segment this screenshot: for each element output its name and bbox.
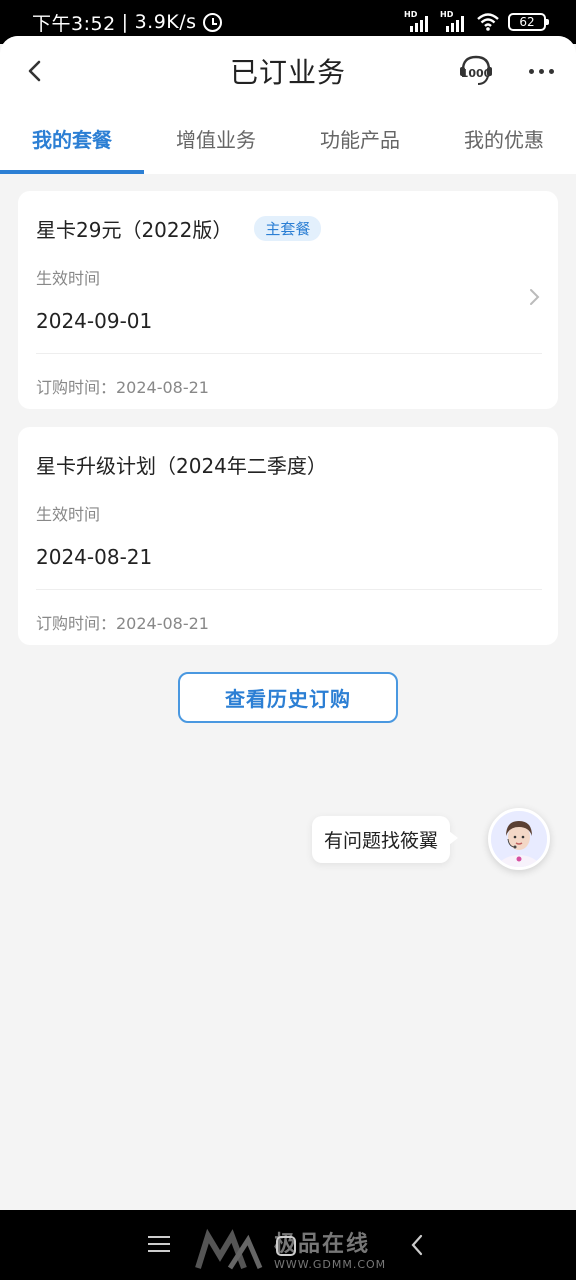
tab-value-added[interactable]: 增值业务 bbox=[144, 106, 288, 174]
watermark-logo bbox=[195, 1228, 263, 1270]
assistant-avatar[interactable] bbox=[488, 808, 550, 870]
tab-my-plan[interactable]: 我的套餐 bbox=[0, 106, 144, 174]
watermark-url: WWW.GDMM.COM bbox=[274, 1258, 387, 1271]
signal-icon: HD bbox=[404, 10, 432, 32]
network-speed: 3.9K/s bbox=[134, 11, 197, 33]
home-icon[interactable] bbox=[276, 1236, 296, 1256]
status-left: 下午3:52 | 3.9K/s bbox=[32, 9, 222, 36]
back-icon[interactable] bbox=[22, 54, 50, 88]
tab-my-discounts[interactable]: 我的优惠 bbox=[432, 106, 576, 174]
plan-title-row: 星卡升级计划（2024年二季度） bbox=[36, 427, 542, 479]
tab-bar: 我的套餐 增值业务 功能产品 我的优惠 bbox=[0, 106, 576, 174]
plan-card[interactable]: 星卡29元（2022版） 主套餐 生效时间 2024-09-01 订购时间：20… bbox=[18, 191, 558, 409]
back-nav-icon[interactable] bbox=[408, 1232, 426, 1258]
divider bbox=[36, 589, 542, 590]
status-separator: | bbox=[121, 11, 129, 33]
view-history-button[interactable]: 查看历史订购 bbox=[178, 672, 398, 723]
effective-label: 生效时间 bbox=[36, 269, 101, 288]
plan-title: 星卡29元（2022版） bbox=[36, 217, 233, 242]
customer-service-icon[interactable]: 1000 bbox=[458, 54, 494, 88]
wifi-icon bbox=[477, 13, 499, 31]
divider bbox=[36, 353, 542, 354]
main-plan-badge: 主套餐 bbox=[254, 215, 322, 241]
effective-date: 2024-09-01 bbox=[36, 309, 153, 333]
effective-label: 生效时间 bbox=[36, 505, 101, 524]
content: 星卡29元（2022版） 主套餐 生效时间 2024-09-01 订购时间：20… bbox=[0, 174, 576, 723]
battery-icon: 62 bbox=[508, 13, 549, 31]
history-wrap: 查看历史订购 bbox=[18, 672, 558, 723]
order-time: 订购时间：2024-08-21 bbox=[36, 614, 209, 633]
effective-date: 2024-08-21 bbox=[36, 545, 153, 569]
battery-level: 62 bbox=[519, 15, 535, 29]
plan-card[interactable]: 星卡升级计划（2024年二季度） 生效时间 2024-08-21 订购时间：20… bbox=[18, 427, 558, 645]
status-right: HD HD 62 bbox=[404, 10, 549, 32]
system-nav-bar: 极品在线 WWW.GDMM.COM bbox=[0, 1210, 576, 1280]
status-time: 下午3:52 bbox=[32, 12, 116, 35]
plan-title-row: 星卡29元（2022版） 主套餐 bbox=[36, 191, 542, 243]
assistant-widget[interactable]: 有问题找筱翼 bbox=[311, 808, 550, 870]
menu-icon[interactable] bbox=[148, 1236, 170, 1252]
app-window: 已订业务 1000 我的套餐 增值业务 功能产品 我的优惠 星卡29元（2022… bbox=[0, 36, 576, 1210]
assistant-avatar-image bbox=[491, 811, 547, 867]
assistant-bubble[interactable]: 有问题找筱翼 bbox=[311, 815, 459, 863]
order-time: 订购时间：2024-08-21 bbox=[36, 378, 209, 397]
chevron-right-icon bbox=[530, 289, 540, 305]
alarm-icon bbox=[202, 12, 222, 32]
page-title: 已订业务 bbox=[229, 56, 346, 89]
tab-function-products[interactable]: 功能产品 bbox=[288, 106, 432, 174]
signal-icon: HD bbox=[440, 10, 468, 32]
top-bar: 已订业务 1000 我的套餐 增值业务 功能产品 我的优惠 bbox=[0, 36, 576, 174]
nav-bar: 已订业务 1000 bbox=[0, 36, 576, 106]
plan-title: 星卡升级计划（2024年二季度） bbox=[36, 453, 327, 478]
more-options-icon[interactable] bbox=[524, 54, 558, 88]
